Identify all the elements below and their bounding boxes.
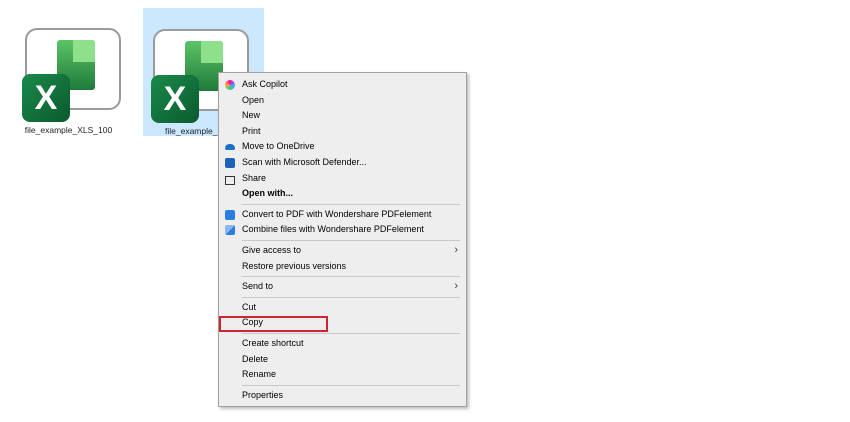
menu-restore-versions[interactable]: Restore previous versions: [219, 259, 466, 275]
menu-label: Give access to: [242, 244, 302, 255]
context-menu: Ask Copilot Open New Print Move to OneDr…: [218, 72, 467, 407]
menu-label: Print: [242, 125, 261, 136]
menu-label: Restore previous versions: [242, 260, 347, 271]
copy-highlight-box: [219, 316, 328, 332]
menu-give-access[interactable]: Give access to ›: [219, 243, 466, 259]
menu-label: Create shortcut: [242, 337, 304, 348]
file-name: file_example_XLS_100: [24, 125, 113, 135]
menu-new[interactable]: New: [219, 108, 466, 124]
excel-logo-icon: X: [151, 75, 199, 123]
menu-label: Open: [242, 94, 265, 105]
menu-label: Ask Copilot: [242, 79, 288, 89]
menu-rename[interactable]: Rename: [219, 367, 466, 383]
menu-share[interactable]: ​ Share: [219, 171, 466, 187]
menu-print[interactable]: Print: [219, 124, 466, 140]
menu-delete[interactable]: Delete: [219, 352, 466, 368]
chevron-right-icon: ›: [454, 280, 458, 293]
menu-cut[interactable]: Cut: [219, 300, 466, 316]
menu-move-to-onedrive[interactable]: Move to OneDrive: [219, 139, 466, 155]
menu-label: Open with...: [242, 188, 293, 199]
chevron-right-icon: ›: [454, 243, 458, 256]
menu-label: Convert to PDF with Wondershare PDFeleme…: [242, 208, 432, 219]
defender-icon: [225, 157, 235, 168]
menu-label: Delete: [242, 353, 269, 364]
pdfelement-convert-icon: [225, 209, 235, 220]
menu-open[interactable]: Open: [219, 93, 466, 109]
menu-properties[interactable]: Properties: [219, 388, 466, 404]
menu-combine-files[interactable]: Combine files with Wondershare PDFelemen…: [219, 222, 466, 238]
menu-label: Combine files with Wondershare PDFelemen…: [242, 224, 424, 235]
menu-label: Rename: [242, 369, 277, 380]
menu-label: Scan with Microsoft Defender...: [242, 156, 367, 167]
menu-label: Properties: [242, 389, 284, 400]
menu-send-to[interactable]: Send to ›: [219, 279, 466, 295]
menu-ask-copilot[interactable]: Ask Copilot: [219, 77, 466, 93]
menu-label: Send to: [242, 281, 274, 292]
menu-convert-pdf[interactable]: Convert to PDF with Wondershare PDFeleme…: [219, 207, 466, 223]
menu-label: New: [242, 110, 261, 121]
excel-logo-icon: X: [22, 74, 70, 122]
menu-label: Move to OneDrive: [242, 141, 315, 152]
menu-label: Share: [242, 172, 267, 183]
menu-scan-defender[interactable]: Scan with Microsoft Defender...: [219, 155, 466, 171]
onedrive-icon: [225, 144, 235, 151]
file-icon-xls-100[interactable]: X file_example_XLS_100: [8, 8, 129, 136]
menu-open-with[interactable]: Open with...: [219, 186, 466, 202]
pdfelement-combine-icon: [225, 225, 235, 236]
copilot-icon: [225, 80, 235, 90]
share-icon: ​: [225, 175, 235, 185]
menu-create-shortcut[interactable]: Create shortcut: [219, 336, 466, 352]
menu-label: Cut: [242, 301, 257, 312]
